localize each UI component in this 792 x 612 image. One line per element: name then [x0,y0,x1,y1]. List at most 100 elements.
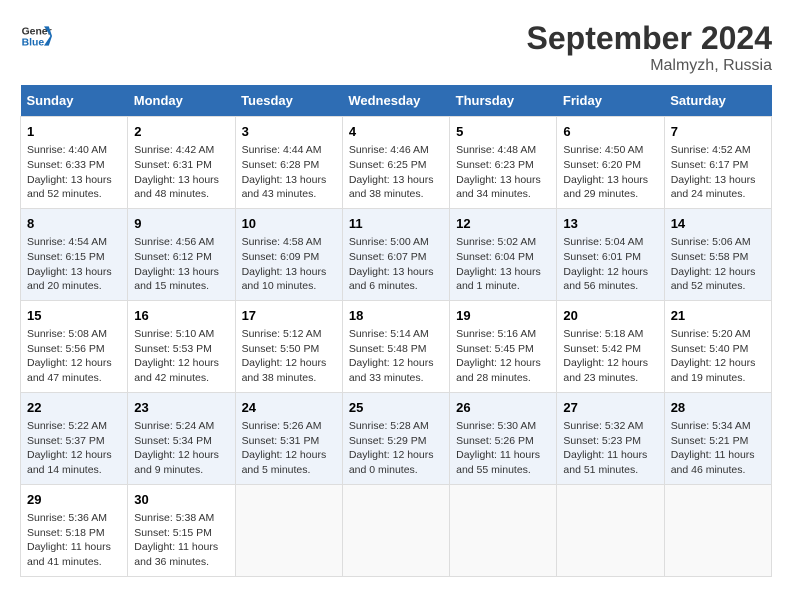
day-number: 4 [349,123,443,141]
day-info: Sunrise: 4:42 AM Sunset: 6:31 PM Dayligh… [134,143,228,202]
calendar-cell: 24 Sunrise: 5:26 AM Sunset: 5:31 PM Dayli… [235,392,342,484]
day-info: Sunrise: 5:14 AM Sunset: 5:48 PM Dayligh… [349,327,443,386]
logo-icon: General Blue [20,20,52,52]
day-number: 7 [671,123,765,141]
day-info: Sunrise: 5:28 AM Sunset: 5:29 PM Dayligh… [349,419,443,478]
day-info: Sunrise: 5:08 AM Sunset: 5:56 PM Dayligh… [27,327,121,386]
calendar-table: SundayMondayTuesdayWednesdayThursdayFrid… [20,85,772,577]
day-number: 16 [134,307,228,325]
day-info: Sunrise: 5:24 AM Sunset: 5:34 PM Dayligh… [134,419,228,478]
day-info: Sunrise: 5:20 AM Sunset: 5:40 PM Dayligh… [671,327,765,386]
day-number: 17 [242,307,336,325]
day-info: Sunrise: 5:10 AM Sunset: 5:53 PM Dayligh… [134,327,228,386]
calendar-cell [450,484,557,576]
day-number: 10 [242,215,336,233]
day-info: Sunrise: 5:30 AM Sunset: 5:26 PM Dayligh… [456,419,550,478]
weekday-header: Monday [128,85,235,117]
month-title: September 2024 [527,20,772,57]
weekday-header: Tuesday [235,85,342,117]
calendar-cell: 18 Sunrise: 5:14 AM Sunset: 5:48 PM Dayli… [342,300,449,392]
weekday-header: Wednesday [342,85,449,117]
day-info: Sunrise: 4:54 AM Sunset: 6:15 PM Dayligh… [27,235,121,294]
day-info: Sunrise: 5:18 AM Sunset: 5:42 PM Dayligh… [563,327,657,386]
calendar-cell: 21 Sunrise: 5:20 AM Sunset: 5:40 PM Dayli… [664,300,771,392]
day-info: Sunrise: 4:40 AM Sunset: 6:33 PM Dayligh… [27,143,121,202]
calendar-week-row: 8 Sunrise: 4:54 AM Sunset: 6:15 PM Daylig… [21,208,772,300]
day-number: 20 [563,307,657,325]
day-info: Sunrise: 5:32 AM Sunset: 5:23 PM Dayligh… [563,419,657,478]
title-block: September 2024 Malmyzh, Russia [527,20,772,75]
calendar-cell: 19Sunrise: 5:16 AM Sunset: 5:45 PM Dayli… [450,300,557,392]
day-number: 27 [563,399,657,417]
calendar-cell [664,484,771,576]
day-number: 12 [456,215,550,233]
day-info: Sunrise: 5:02 AM Sunset: 6:04 PM Dayligh… [456,235,550,294]
day-info: Sunrise: 4:58 AM Sunset: 6:09 PM Dayligh… [242,235,336,294]
calendar-cell: 8 Sunrise: 4:54 AM Sunset: 6:15 PM Daylig… [21,208,128,300]
day-info: Sunrise: 4:52 AM Sunset: 6:17 PM Dayligh… [671,143,765,202]
calendar-cell: 20 Sunrise: 5:18 AM Sunset: 5:42 PM Dayli… [557,300,664,392]
day-info: Sunrise: 5:04 AM Sunset: 6:01 PM Dayligh… [563,235,657,294]
calendar-cell: 6 Sunrise: 4:50 AM Sunset: 6:20 PM Daylig… [557,117,664,209]
calendar-cell: 26Sunrise: 5:30 AM Sunset: 5:26 PM Dayli… [450,392,557,484]
day-number: 5 [456,123,550,141]
day-info: Sunrise: 5:00 AM Sunset: 6:07 PM Dayligh… [349,235,443,294]
calendar-cell: 17 Sunrise: 5:12 AM Sunset: 5:50 PM Dayli… [235,300,342,392]
day-number: 11 [349,215,443,233]
day-number: 24 [242,399,336,417]
weekday-header: Sunday [21,85,128,117]
day-number: 28 [671,399,765,417]
calendar-cell: 2 Sunrise: 4:42 AM Sunset: 6:31 PM Daylig… [128,117,235,209]
svg-text:Blue: Blue [22,38,45,49]
weekday-header: Thursday [450,85,557,117]
day-number: 8 [27,215,121,233]
day-number: 15 [27,307,121,325]
day-info: Sunrise: 5:12 AM Sunset: 5:50 PM Dayligh… [242,327,336,386]
day-number: 21 [671,307,765,325]
calendar-cell: 22 Sunrise: 5:22 AM Sunset: 5:37 PM Dayli… [21,392,128,484]
day-number: 13 [563,215,657,233]
day-number: 2 [134,123,228,141]
day-info: Sunrise: 4:46 AM Sunset: 6:25 PM Dayligh… [349,143,443,202]
calendar-cell: 13 Sunrise: 5:04 AM Sunset: 6:01 PM Dayli… [557,208,664,300]
day-info: Sunrise: 5:38 AM Sunset: 5:15 PM Dayligh… [134,511,228,570]
calendar-cell: 4 Sunrise: 4:46 AM Sunset: 6:25 PM Daylig… [342,117,449,209]
day-info: Sunrise: 5:34 AM Sunset: 5:21 PM Dayligh… [671,419,765,478]
day-number: 22 [27,399,121,417]
calendar-cell: 27 Sunrise: 5:32 AM Sunset: 5:23 PM Dayli… [557,392,664,484]
calendar-cell: 29 Sunrise: 5:36 AM Sunset: 5:18 PM Dayli… [21,484,128,576]
calendar-cell: 16 Sunrise: 5:10 AM Sunset: 5:53 PM Dayli… [128,300,235,392]
page-header: General Blue September 2024 Malmyzh, Rus… [20,20,772,75]
calendar-week-row: 22 Sunrise: 5:22 AM Sunset: 5:37 PM Dayli… [21,392,772,484]
calendar-week-row: 1Sunrise: 4:40 AM Sunset: 6:33 PM Daylig… [21,117,772,209]
calendar-cell: 15 Sunrise: 5:08 AM Sunset: 5:56 PM Dayli… [21,300,128,392]
weekday-header: Friday [557,85,664,117]
day-number: 23 [134,399,228,417]
day-number: 29 [27,491,121,509]
day-info: Sunrise: 5:36 AM Sunset: 5:18 PM Dayligh… [27,511,121,570]
calendar-cell [557,484,664,576]
calendar-cell: 30Sunrise: 5:38 AM Sunset: 5:15 PM Dayli… [128,484,235,576]
day-info: Sunrise: 5:16 AM Sunset: 5:45 PM Dayligh… [456,327,550,386]
day-number: 18 [349,307,443,325]
day-number: 25 [349,399,443,417]
calendar-cell [235,484,342,576]
day-number: 6 [563,123,657,141]
weekday-header-row: SundayMondayTuesdayWednesdayThursdayFrid… [21,85,772,117]
weekday-header: Saturday [664,85,771,117]
calendar-cell: 28 Sunrise: 5:34 AM Sunset: 5:21 PM Dayli… [664,392,771,484]
day-info: Sunrise: 4:50 AM Sunset: 6:20 PM Dayligh… [563,143,657,202]
calendar-cell: 1Sunrise: 4:40 AM Sunset: 6:33 PM Daylig… [21,117,128,209]
day-number: 9 [134,215,228,233]
calendar-cell: 3Sunrise: 4:44 AM Sunset: 6:28 PM Daylig… [235,117,342,209]
calendar-week-row: 29 Sunrise: 5:36 AM Sunset: 5:18 PM Dayli… [21,484,772,576]
logo: General Blue [20,20,52,52]
calendar-cell: 9 Sunrise: 4:56 AM Sunset: 6:12 PM Daylig… [128,208,235,300]
location: Malmyzh, Russia [527,57,772,75]
calendar-cell: 23 Sunrise: 5:24 AM Sunset: 5:34 PM Dayli… [128,392,235,484]
day-info: Sunrise: 5:26 AM Sunset: 5:31 PM Dayligh… [242,419,336,478]
calendar-week-row: 15 Sunrise: 5:08 AM Sunset: 5:56 PM Dayli… [21,300,772,392]
day-info: Sunrise: 4:56 AM Sunset: 6:12 PM Dayligh… [134,235,228,294]
calendar-cell: 25 Sunrise: 5:28 AM Sunset: 5:29 PM Dayli… [342,392,449,484]
day-info: Sunrise: 5:22 AM Sunset: 5:37 PM Dayligh… [27,419,121,478]
